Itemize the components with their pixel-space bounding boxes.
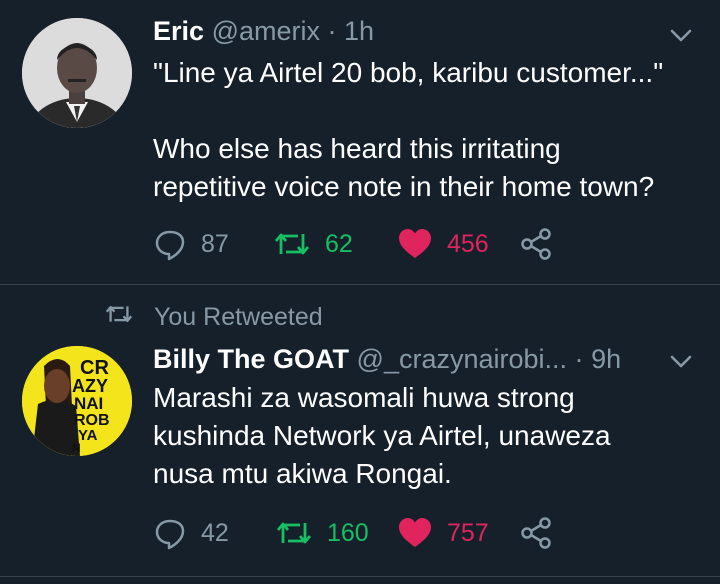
share-button[interactable]	[519, 513, 553, 553]
tweet-card[interactable]: Eric @amerix · 1h "Line ya Airtel 20 bob…	[0, 0, 720, 284]
display-name[interactable]: Eric	[153, 16, 204, 46]
separator-dot: ·	[574, 344, 584, 374]
heart-icon	[397, 516, 433, 550]
avatar-text: AZY	[72, 376, 108, 396]
tweet-text: Marashi za wasomali huwa strong kushinda…	[153, 382, 611, 489]
timestamp[interactable]: 1h	[344, 16, 374, 46]
share-button[interactable]	[519, 224, 553, 264]
avatar[interactable]	[22, 18, 132, 128]
chevron-down-icon[interactable]	[668, 22, 694, 48]
separator-dot: ·	[327, 16, 337, 46]
avatar-text: N	[72, 441, 81, 455]
retweet-button[interactable]: 62	[273, 224, 353, 264]
tweet-header: Billy The GOAT @_crazynairobi... · 9h	[153, 342, 621, 376]
retweet-button[interactable]: 160	[275, 513, 369, 553]
tweet-actions: 42 160 757	[153, 513, 713, 553]
retweet-arrows-icon	[275, 516, 313, 550]
avatar-text: NAI	[74, 394, 103, 413]
share-icon	[519, 516, 553, 550]
reply-count: 42	[201, 518, 229, 547]
share-icon	[519, 227, 553, 261]
like-button[interactable]: 757	[397, 513, 489, 553]
user-handle[interactable]: @_crazynairobi...	[357, 344, 568, 374]
display-name[interactable]: Billy The GOAT	[153, 344, 349, 374]
speech-bubble-icon	[153, 227, 187, 261]
tweet-actions: 87 62 456	[153, 224, 713, 264]
like-button[interactable]: 456	[397, 224, 489, 264]
tweet-card[interactable]: CR AZY NAI ROB YA N Billy The GOAT @_cra…	[0, 285, 720, 584]
reply-count: 87	[201, 229, 229, 258]
reply-button[interactable]: 87	[153, 224, 229, 264]
timestamp[interactable]: 9h	[591, 344, 621, 374]
like-count: 757	[447, 518, 489, 547]
tweet-divider	[0, 576, 720, 577]
avatar[interactable]: CR AZY NAI ROB YA N	[22, 346, 132, 456]
avatar-text: YA	[78, 427, 98, 444]
retweet-arrows-icon	[273, 227, 311, 261]
tweet-header: Eric @amerix · 1h	[153, 14, 374, 48]
chevron-down-icon[interactable]	[668, 348, 694, 374]
reply-button[interactable]: 42	[153, 513, 229, 553]
user-handle[interactable]: @amerix	[212, 16, 320, 46]
like-count: 456	[447, 229, 489, 258]
retweet-count: 160	[327, 518, 369, 547]
speech-bubble-icon	[153, 516, 187, 550]
retweet-count: 62	[325, 229, 353, 258]
tweet-text: "Line ya Airtel 20 bob, karibu customer.…	[153, 57, 664, 202]
heart-icon	[397, 227, 433, 261]
